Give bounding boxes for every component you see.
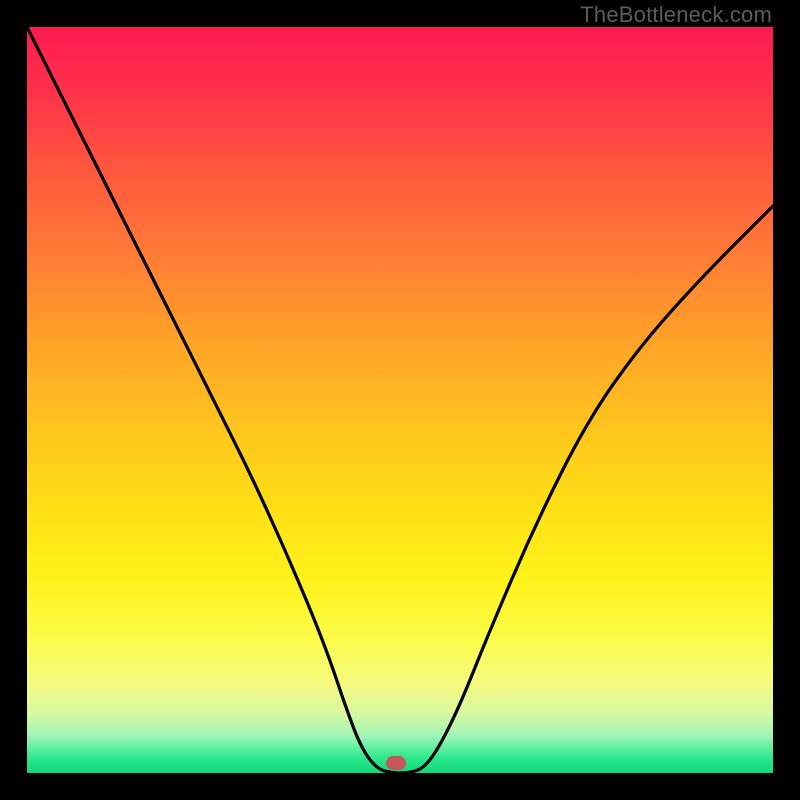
- watermark-text: TheBottleneck.com: [580, 2, 772, 28]
- plot-area: [27, 27, 773, 773]
- optimal-point-marker: [386, 756, 406, 770]
- bottleneck-curve: [27, 27, 773, 773]
- chart-frame: TheBottleneck.com: [0, 0, 800, 800]
- curve-path: [27, 27, 773, 773]
